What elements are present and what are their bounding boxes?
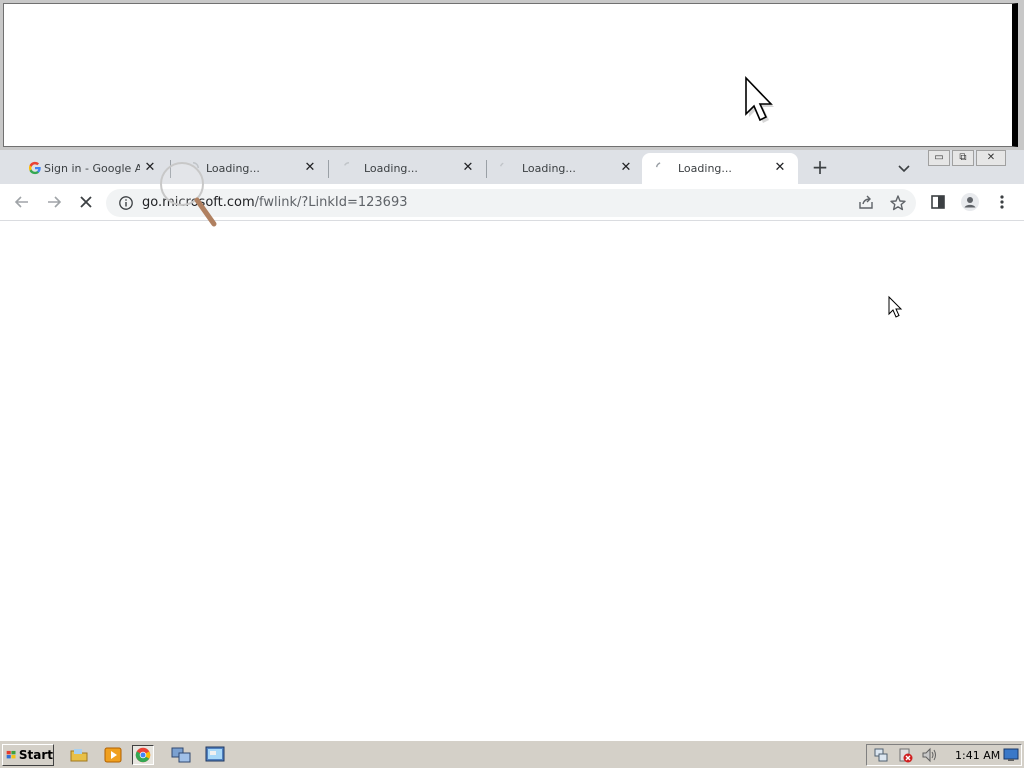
- google-g-icon: [28, 161, 41, 175]
- tab-label: Loading...: [206, 162, 260, 175]
- share-icon[interactable]: [856, 193, 876, 213]
- security-alert-icon[interactable]: [897, 747, 913, 763]
- profile-avatar-icon[interactable]: [960, 192, 980, 212]
- tab-loading-3[interactable]: Loading... ✕: [488, 153, 644, 184]
- forward-arrow-icon[interactable]: [44, 192, 64, 212]
- windows-logo-icon: [6, 750, 16, 759]
- tab-close-icon[interactable]: ✕: [460, 160, 476, 176]
- system-tray: 1:41 AM: [866, 744, 1022, 766]
- bookmark-star-icon[interactable]: [888, 193, 908, 213]
- explorer-icon[interactable]: [68, 745, 90, 765]
- tab-loading-active[interactable]: Loading... ✕: [642, 153, 798, 184]
- more-menu-icon[interactable]: [992, 192, 1012, 212]
- magnifier-lens-icon: [160, 162, 217, 227]
- remote-desktop-icon[interactable]: [204, 745, 226, 765]
- minimize-button[interactable]: ▭: [928, 150, 950, 166]
- network-icon[interactable]: [170, 745, 192, 765]
- stop-loading-icon[interactable]: [76, 192, 96, 212]
- tab-close-icon[interactable]: ✕: [142, 160, 158, 176]
- window-controls: ▭ ⧉ ✕: [928, 150, 1006, 166]
- chrome-icon[interactable]: [132, 745, 154, 765]
- spinner-icon: [655, 162, 661, 168]
- address-bar[interactable]: go.microsoft.com/fwlink/?LinkId=123693: [106, 189, 916, 217]
- start-button[interactable]: Start: [2, 744, 54, 766]
- start-label: Start: [18, 748, 53, 762]
- network-status-icon[interactable]: [873, 747, 889, 763]
- tab-label: Sign in - Google Acc: [44, 162, 140, 175]
- tab-strip: Sign in - Google Acc ✕ Loading... ✕ Load…: [0, 150, 1024, 184]
- volume-icon[interactable]: [921, 747, 937, 763]
- tab-separator: [486, 160, 487, 178]
- tab-label: Loading...: [522, 162, 576, 175]
- url-path: /fwlink/?LinkId=123693: [254, 195, 408, 210]
- close-window-button[interactable]: ✕: [976, 150, 1006, 166]
- back-arrow-icon[interactable]: [12, 192, 32, 212]
- media-player-icon[interactable]: [102, 745, 124, 765]
- page-content: [0, 222, 1024, 740]
- magnifier-window: [0, 0, 1024, 150]
- spinner-icon: [344, 162, 350, 166]
- side-panel-icon[interactable]: [928, 192, 948, 212]
- restore-button[interactable]: ⧉: [952, 150, 974, 166]
- clock[interactable]: 1:41 AM: [955, 749, 1000, 762]
- tab-google-sign-in[interactable]: Sign in - Google Acc ✕: [8, 153, 168, 184]
- tab-label: Loading...: [364, 162, 418, 175]
- tab-loading-2[interactable]: Loading... ✕: [330, 153, 486, 184]
- new-tab-button[interactable]: +: [808, 156, 832, 180]
- tab-search-chevron-icon[interactable]: [894, 158, 914, 178]
- browser-window: Sign in - Google Acc ✕ Loading... ✕ Load…: [0, 150, 1024, 740]
- tab-close-icon[interactable]: ✕: [772, 160, 788, 176]
- tab-close-icon[interactable]: ✕: [302, 160, 318, 176]
- magnifier-view: [3, 3, 1018, 147]
- site-info-icon[interactable]: [118, 195, 134, 211]
- show-desktop-icon[interactable]: [1003, 747, 1019, 763]
- mouse-cursor-icon: [888, 295, 903, 318]
- tab-label: Loading...: [678, 162, 732, 175]
- spinner-icon: [499, 162, 504, 167]
- tab-separator: [328, 160, 329, 178]
- browser-toolbar: go.microsoft.com/fwlink/?LinkId=123693: [0, 184, 1024, 221]
- magnified-cursor-icon: [745, 76, 774, 123]
- tab-close-icon[interactable]: ✕: [618, 160, 634, 176]
- taskbar: Start 1:41 AM: [0, 740, 1024, 768]
